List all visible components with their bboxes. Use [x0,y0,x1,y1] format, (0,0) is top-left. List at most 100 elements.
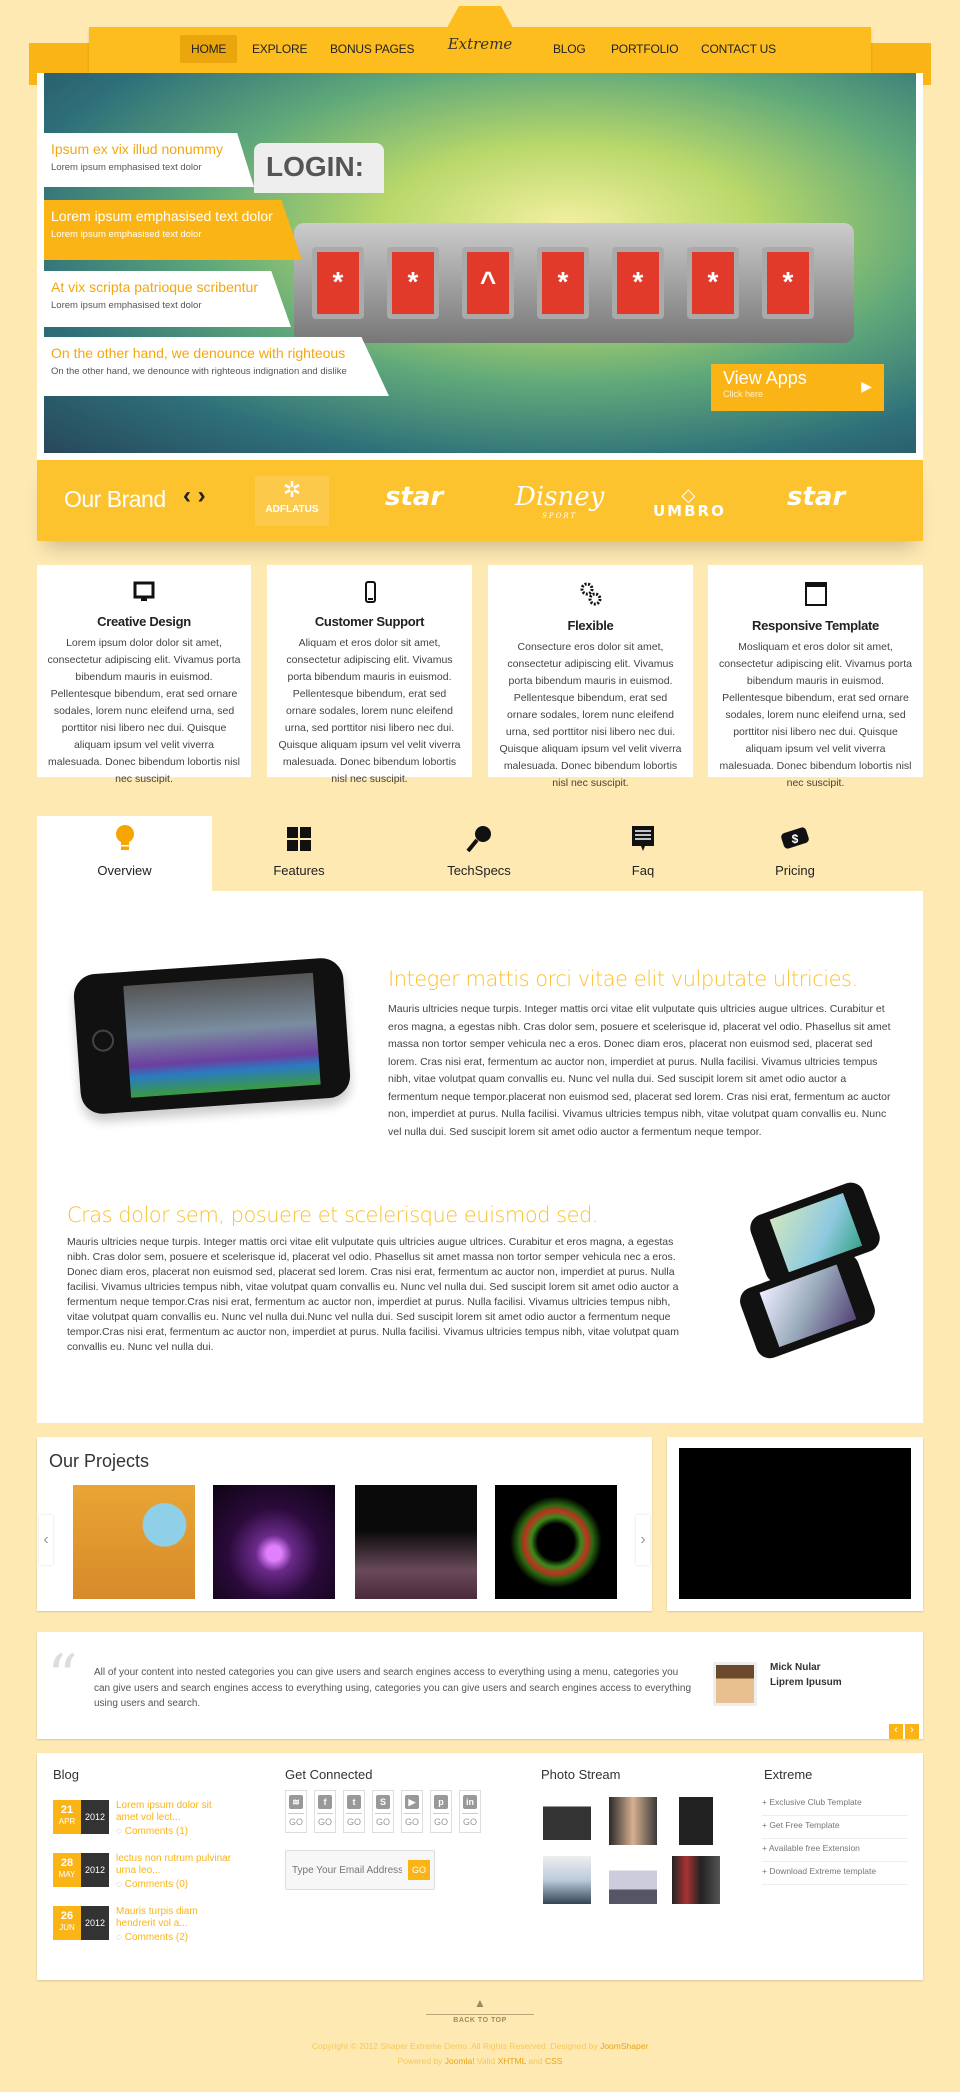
project-thumbnail[interactable] [495,1485,617,1599]
social-go-label: GO [288,1813,304,1827]
post-date: 26 JUN 2012 [53,1906,109,1940]
testimonial-next-button[interactable]: › [905,1724,919,1739]
subscribe-go-button[interactable]: GO [408,1860,430,1880]
view-apps-sublabel: Click here [723,389,764,399]
post-comments-link[interactable]: ◌ Comments (1) [116,1826,188,1837]
lightbulb-icon [115,825,134,850]
post-comments-link[interactable]: ◌ Comments (0) [116,1879,188,1890]
brand-logo-adflatus[interactable]: ✲ ADFLATUS [255,476,329,526]
post-date: 21 APR 2012 [53,1800,109,1834]
hero-image: LOGIN: * * ^ * * * * Ipsum ex vix illud … [44,73,916,453]
back-to-top-button[interactable]: ▲ BACK TO TOP [426,1997,534,2027]
email-input[interactable] [292,1860,402,1880]
lock-tile: * [687,247,739,319]
overview-paragraph-2: Mauris ultricies neque turpis. Integer m… [67,1236,679,1353]
project-thumbnail[interactable] [213,1485,335,1599]
feature-text: Lorem ipsum dolor dolor sit amet, consec… [47,637,241,785]
view-apps-button[interactable]: View Apps Click here ▶ [711,364,884,411]
comments-count: Comments (2) [124,1932,189,1943]
monitor-icon [133,581,155,601]
slide-caption[interactable]: At vix scripta patrioque scribentur Lorem… [44,271,291,327]
projects-prev-button[interactable]: ‹ [39,1515,53,1565]
post-title-link[interactable]: Mauris turpis diam hendrerit vol a... [116,1906,236,1930]
nav-portfolio[interactable]: PORTFOLIO [600,35,689,63]
nav-contact-us[interactable]: CONTACT US [690,35,787,63]
tab-overview[interactable]: Overview [37,816,212,891]
overview-panel: Integer mattis orci vitae elit vulputate… [37,891,923,1423]
lock-tile: * [612,247,664,319]
footer-link[interactable]: + Exclusive Club Template [762,1797,908,1816]
post-title-link[interactable]: Lorem ipsum dolor sit amet vol lect... [116,1800,236,1824]
brand-logo-star[interactable]: star [787,482,845,512]
css-link[interactable]: CSS [545,2056,562,2066]
photo-stream-thumb[interactable] [543,1797,591,1845]
post-title-link[interactable]: lectus non rutrum pulvinar urna leo... [116,1853,236,1877]
slide-caption[interactable]: Ipsum ex vix illud nonummy Lorem ipsum em… [44,133,254,187]
social-twitter-button[interactable]: t GO [343,1790,365,1833]
nav-explore[interactable]: EXPLORE [241,35,318,63]
caption-subtitle: Lorem ipsum emphasised text dolor [51,300,202,311]
comments-count: Comments (0) [124,1879,189,1890]
social-go-label: GO [462,1813,478,1827]
post-year: 2012 [81,1853,109,1887]
xhtml-link[interactable]: XHTML [498,2056,527,2066]
social-skype-button[interactable]: S GO [372,1790,394,1833]
nav-home[interactable]: HOME [180,35,238,63]
photo-stream-thumb[interactable] [672,1856,720,1904]
twitter-icon: t [347,1795,361,1809]
footer-link[interactable]: + Download Extreme template [762,1866,908,1885]
nav-blog[interactable]: BLOG [542,35,597,63]
tab-techspecs[interactable]: TechSpecs [419,816,539,891]
hero-slider: LOGIN: * * ^ * * * * Ipsum ex vix illud … [37,73,923,460]
video-player[interactable] [679,1448,911,1599]
social-pinterest-button[interactable]: p GO [430,1790,452,1833]
phone-icon [364,581,376,603]
feature-title: Flexible [567,618,614,633]
facebook-icon: f [318,1795,332,1809]
post-month: JUN [59,1923,75,1932]
testimonial-name: Mick Nular [770,1662,821,1673]
brand-prev-next-icon[interactable]: ‹ › [183,482,206,510]
social-facebook-button[interactable]: f GO [314,1790,336,1833]
social-youtube-button[interactable]: ▶ GO [401,1790,423,1833]
projects-next-button[interactable]: › [636,1515,650,1565]
social-linkedin-button[interactable]: in GO [459,1790,481,1833]
play-arrow-icon: ▶ [861,378,872,394]
project-thumbnail[interactable] [73,1485,195,1599]
tab-features[interactable]: Features [239,816,359,891]
get-connected-title: Get Connected [285,1767,373,1782]
brand-logo-umbro[interactable]: ◇ UMBRO [653,487,726,521]
lock-tile: ^ [462,247,514,319]
extreme-title: Extreme [764,1767,813,1782]
brand-logo-star[interactable]: star [385,482,443,512]
photo-stream-thumb[interactable] [543,1856,591,1904]
feature-title: Creative Design [97,614,191,629]
project-thumbnail[interactable] [355,1485,477,1599]
post-day: 26 JUN [53,1906,81,1940]
footer-link[interactable]: + Get Free Template [762,1820,908,1839]
footer-link[interactable]: + Available free Extension [762,1843,908,1862]
photo-stream-thumb[interactable] [609,1856,657,1904]
tab-faq[interactable]: Faq [583,816,703,891]
testimonial-text: All of your content into nested categori… [94,1667,692,1709]
caption-title: At vix scripta patrioque scribentur [51,279,258,295]
caption-title: On the other hand, we denounce with righ… [51,345,346,361]
joomla-link[interactable]: Joomla! [445,2056,475,2066]
slide-caption[interactable]: On the other hand, we denounce with righ… [44,337,389,396]
feature-text: Aliquam et eros dolor sit amet, consecte… [278,637,461,785]
photo-stream-thumb[interactable] [672,1797,720,1845]
social-rss-button[interactable]: ≋ GO [285,1790,307,1833]
brand-logo-disney[interactable]: Disney SPORT [515,482,604,520]
designer-link[interactable]: JoomShaper [600,2041,648,2051]
nav-bonus-pages[interactable]: BONUS PAGES [319,35,425,63]
testimonial-role: Liprem Ipusum [770,1677,842,1688]
testimonial-avatar [713,1662,757,1706]
slide-caption-active[interactable]: Lorem ipsum emphasised text dolor Lorem i… [44,200,302,260]
tab-pricing[interactable]: $ Pricing [735,816,855,891]
comments-count: Comments (1) [124,1826,189,1837]
photo-stream-thumb[interactable] [609,1797,657,1845]
testimonial-prev-button[interactable]: ‹ [889,1724,903,1739]
feature-card: Customer Support Aliquam et eros dolor s… [267,565,472,785]
comment-icon: ◌ [116,1932,125,1943]
post-comments-link[interactable]: ◌ Comments (2) [116,1932,188,1943]
